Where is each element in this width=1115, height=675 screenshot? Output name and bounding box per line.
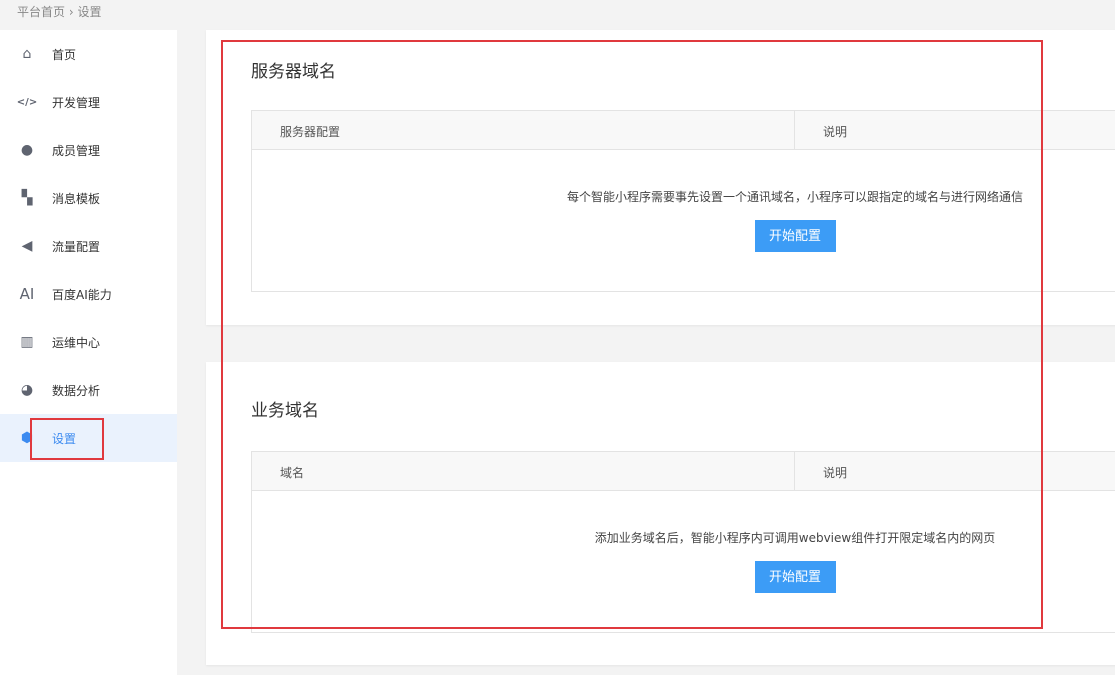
start-config-button[interactable]: 开始配置 [754, 561, 836, 593]
empty-description: 添加业务域名后，智能小程序内可调用webview组件打开限定域名内的网页 [594, 531, 996, 545]
table-header: 域名 说明 [252, 452, 1115, 491]
business-domain-table: 域名 说明 添加业务域名后，智能小程序内可调用webview组件打开限定域名内的网… [251, 451, 1115, 633]
table-empty-body: 添加业务域名后，智能小程序内可调用webview组件打开限定域名内的网页 开始配… [252, 491, 1115, 632]
sidebar-item-analytics[interactable]: ◕ 数据分析 [0, 366, 177, 414]
breadcrumb-home[interactable]: 平台首页 [17, 5, 65, 19]
chart-icon: ▥ [20, 334, 34, 350]
section-title: 服务器域名 [251, 62, 336, 82]
pie-icon: ◕ [20, 382, 34, 398]
start-config-button[interactable]: 开始配置 [754, 220, 836, 252]
breadcrumb-separator: › [68, 5, 74, 19]
business-domain-card: 业务域名 域名 说明 添加业务域名后，智能小程序内可调用webview组件打开限定… [206, 362, 1115, 665]
section-title: 业务域名 [251, 401, 319, 421]
empty-description: 每个智能小程序需要事先设置一个通讯域名，小程序可以跟指定的域名与进行网络通信 [566, 190, 1023, 204]
code-icon: </> [16, 96, 38, 108]
table-empty-body: 每个智能小程序需要事先设置一个通讯域名，小程序可以跟指定的域名与进行网络通信 开… [252, 150, 1115, 291]
sidebar-item-dev[interactable]: </> 开发管理 [0, 78, 177, 126]
template-icon: ▚ [21, 190, 33, 206]
sidebar-item-members[interactable]: ● 成员管理 [0, 126, 177, 174]
ai-icon: AI [19, 285, 35, 303]
sidebar-item-home[interactable]: ⌂ 首页 [0, 30, 177, 78]
breadcrumb-current: 设置 [77, 5, 102, 19]
sidebar-item-settings[interactable]: ⬢ 设置 [0, 414, 177, 462]
breadcrumb: 平台首页 › 设置 [17, 3, 102, 20]
sidebar-item-templates[interactable]: ▚ 消息模板 [0, 174, 177, 222]
server-domain-table: 服务器配置 说明 每个智能小程序需要事先设置一个通讯域名，小程序可以跟指定的域名与… [251, 110, 1115, 292]
user-icon: ● [20, 142, 34, 158]
megaphone-icon: ◀ [21, 238, 33, 254]
sidebar: ⌂ 首页 </> 开发管理 ● 成员管理 ▚ 消息模板 ◀ 流量配置 AI 百度AI能力 ▥… [0, 30, 177, 675]
sidebar-item-traffic[interactable]: ◀ 流量配置 [0, 222, 177, 270]
sidebar-item-ops[interactable]: ▥ 运维中心 [0, 318, 177, 366]
table-header: 服务器配置 说明 [252, 111, 1115, 150]
settings-icon: ⬢ [20, 430, 34, 446]
server-domain-card: 服务器域名 服务器配置 说明 每个智能小程序需要事先设置一个通讯域名，小程序可以跟… [206, 30, 1115, 325]
sidebar-item-ai[interactable]: AI 百度AI能力 [0, 270, 177, 318]
home-icon: ⌂ [22, 46, 32, 62]
